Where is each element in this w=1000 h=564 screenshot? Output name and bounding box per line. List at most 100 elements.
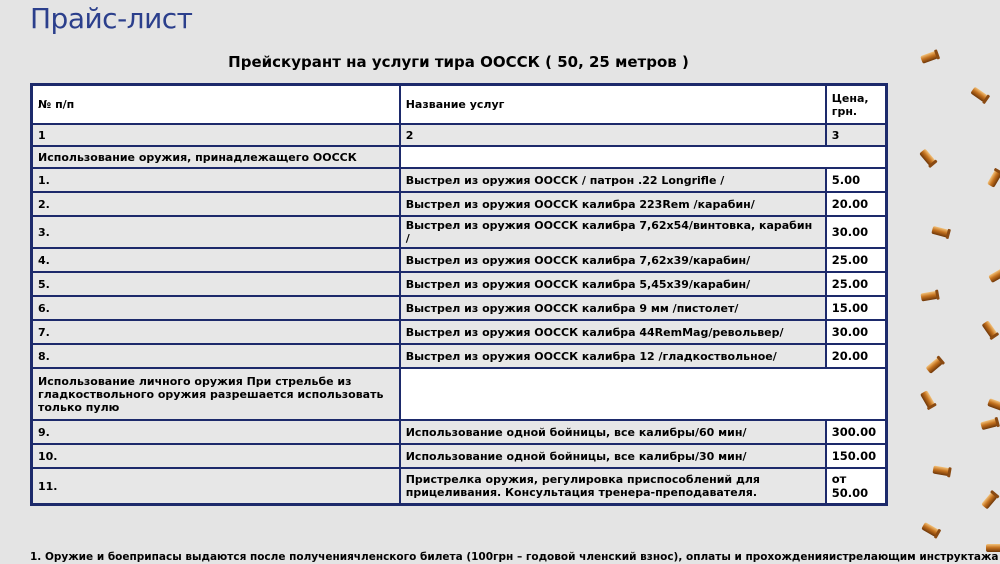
weapon-type-text: гладкоствольное/ (662, 349, 777, 363)
row-price: 20.00 (825, 344, 886, 368)
caliber-text: 9 мм / (639, 301, 677, 315)
table-row: 11. Пристрелка оружия, регулировка присп… (32, 468, 886, 504)
personal-weapons-rows: 9. Использование одной бойницы, все калиб… (32, 420, 886, 468)
shell-casing-icon (932, 465, 952, 478)
row-service: Выстрел из оружия ООССК калибра 12 /глад… (399, 344, 826, 368)
caliber-text: 12 / (639, 349, 663, 363)
row-num: 11. (32, 468, 400, 504)
section-blank (399, 368, 886, 420)
row-num: 10. (32, 444, 400, 468)
weapon-type-text: /60 мин/ (694, 425, 747, 439)
row-service: Выстрел из оружия ООССК калибра 7,62х54/… (399, 216, 826, 248)
caliber-text: / патрон .22 Longrifle / (581, 173, 725, 187)
row-num: 2. (32, 192, 400, 216)
caliber-text: 44RemMag/ (639, 325, 713, 339)
row-num: 5. (32, 272, 400, 296)
row-price: 25.00 (825, 272, 886, 296)
shell-casing-icon (982, 321, 999, 340)
row-num: 4. (32, 248, 400, 272)
shell-casing-icon (980, 417, 1000, 430)
header-num: № п/п (32, 85, 400, 124)
service-text: Использование одной бойницы, (405, 449, 615, 463)
row-price: 150.00 (825, 444, 886, 468)
row-num: 3. (32, 216, 400, 248)
table-row: 1. Выстрел из оружия ООССК / патрон .22 L… (32, 168, 886, 192)
weapon-type-text: карабин/ (692, 277, 751, 291)
shell-casing-icon (921, 522, 941, 539)
row-price: 25.00 (825, 248, 886, 272)
row-price: 300.00 (825, 420, 886, 444)
row-service: Выстрел из оружия ООССК калибра 223Rem /… (399, 192, 826, 216)
row-num: 8. (32, 344, 400, 368)
row-num: 1. (32, 168, 400, 192)
index-service: 2 (399, 124, 826, 146)
weapon-type-text: /30 мин/ (694, 449, 747, 463)
row-price: 20.00 (825, 192, 886, 216)
row-service: Выстрел из оружия ООССК калибра 44RemMag… (399, 320, 826, 344)
table-row: 5. Выстрел из оружия ООССК калибра 5,45х3… (32, 272, 886, 296)
weapon-type-text: пистолет/ (676, 301, 739, 315)
service-text: Выстрел из оружия ООССК калибра (405, 253, 640, 267)
row-price: 15.00 (825, 296, 886, 320)
service-text: Выстрел из оружия ООССК калибра (405, 349, 640, 363)
shell-casing-icon (920, 49, 940, 64)
caliber-text: все калибры (614, 449, 695, 463)
row-price: 30.00 (825, 216, 886, 248)
service-text: Выстрел из оружия ООССК калибра (405, 277, 640, 291)
row-service: Выстрел из оружия ООССК / патрон .22 Lon… (399, 168, 826, 192)
row-price: 30.00 (825, 320, 886, 344)
section-row-personal-weapons: Использование личного оружия При стрельб… (32, 368, 886, 420)
shell-casing-icon (926, 355, 945, 374)
row-price: от 50.00 (825, 468, 886, 504)
caliber-text: все калибры (614, 425, 695, 439)
header-price: Цена, грн. (825, 85, 886, 124)
shell-casing-icon (931, 226, 951, 239)
table-row: 9. Использование одной бойницы, все калиб… (32, 420, 886, 444)
weapon-type-text: карабин/ (697, 197, 755, 211)
row-num: 7. (32, 320, 400, 344)
section-title: Использование оружия, принадлежащего ООС… (32, 146, 400, 168)
caliber-text: 223Rem / (639, 197, 698, 211)
club-weapons-rows: 1. Выстрел из оружия ООССК / патрон .22 L… (32, 168, 886, 368)
row-num: 6. (32, 296, 400, 320)
row-service: Пристрелка оружия, регулировка приспособ… (399, 468, 826, 504)
service-text: Выстрел из оружия ООССК калибра (405, 325, 640, 339)
shell-casing-icon (971, 87, 990, 104)
section-row-club-weapons: Использование оружия, принадлежащего ООС… (32, 146, 886, 168)
row-service: Использование одной бойницы, все калибры… (399, 420, 826, 444)
section-blank (399, 146, 886, 168)
header-service: Название услуг (399, 85, 826, 124)
index-num: 1 (32, 124, 400, 146)
index-price: 3 (825, 124, 886, 146)
table-row: 3. Выстрел из оружия ООССК калибра 7,62х5… (32, 216, 886, 248)
table-row: 7. Выстрел из оружия ООССК калибра 44RemM… (32, 320, 886, 344)
service-text: Выстрел из оружия ООССК (405, 173, 582, 187)
service-text: Выстрел из оружия ООССК калибра (405, 197, 640, 211)
table-index-row: 1 2 3 (32, 124, 886, 146)
footnote: 1. Оружие и боеприпасы выдаются после по… (30, 551, 999, 563)
caliber-text: 5,45х39/ (639, 277, 693, 291)
shell-casing-icon (987, 168, 1000, 188)
row-num: 9. (32, 420, 400, 444)
shell-casing-icon (919, 149, 938, 168)
service-text: Выстрел из оружия ООССК калибра 7 (405, 219, 648, 232)
caliber-text: ,62х54 (647, 219, 689, 232)
shell-casing-icon (988, 268, 1000, 283)
row-service: Использование одной бойницы, все калибры… (399, 444, 826, 468)
row-service: Выстрел из оружия ООССК калибра 9 мм /пи… (399, 296, 826, 320)
row-service: Выстрел из оружия ООССК калибра 5,45х39/… (399, 272, 826, 296)
table-row: 10. Использование одной бойницы, все кали… (32, 444, 886, 468)
caliber-text: 7,62х39/ (639, 253, 693, 267)
shell-casing-icon (920, 289, 940, 302)
weapon-type-text: револьвер/ (712, 325, 784, 339)
row-price: 5.00 (825, 168, 886, 192)
row-service: Выстрел из оружия ООССК калибра 7,62х39/… (399, 248, 826, 272)
service-text: Выстрел из оружия ООССК калибра (405, 301, 640, 315)
table-row: 4. Выстрел из оружия ООССК калибра 7,62х3… (32, 248, 886, 272)
shell-casing-icon (920, 390, 937, 410)
price-list-subtitle: Прейскурант на услуги тира ООССК ( 50, 2… (228, 53, 689, 71)
shell-casing-icon (987, 398, 1000, 411)
section-title: Использование личного оружия При стрельб… (32, 368, 400, 420)
table-row: 8. Выстрел из оружия ООССК калибра 12 /гл… (32, 344, 886, 368)
table-row: 2. Выстрел из оружия ООССК калибра 223Rem… (32, 192, 886, 216)
